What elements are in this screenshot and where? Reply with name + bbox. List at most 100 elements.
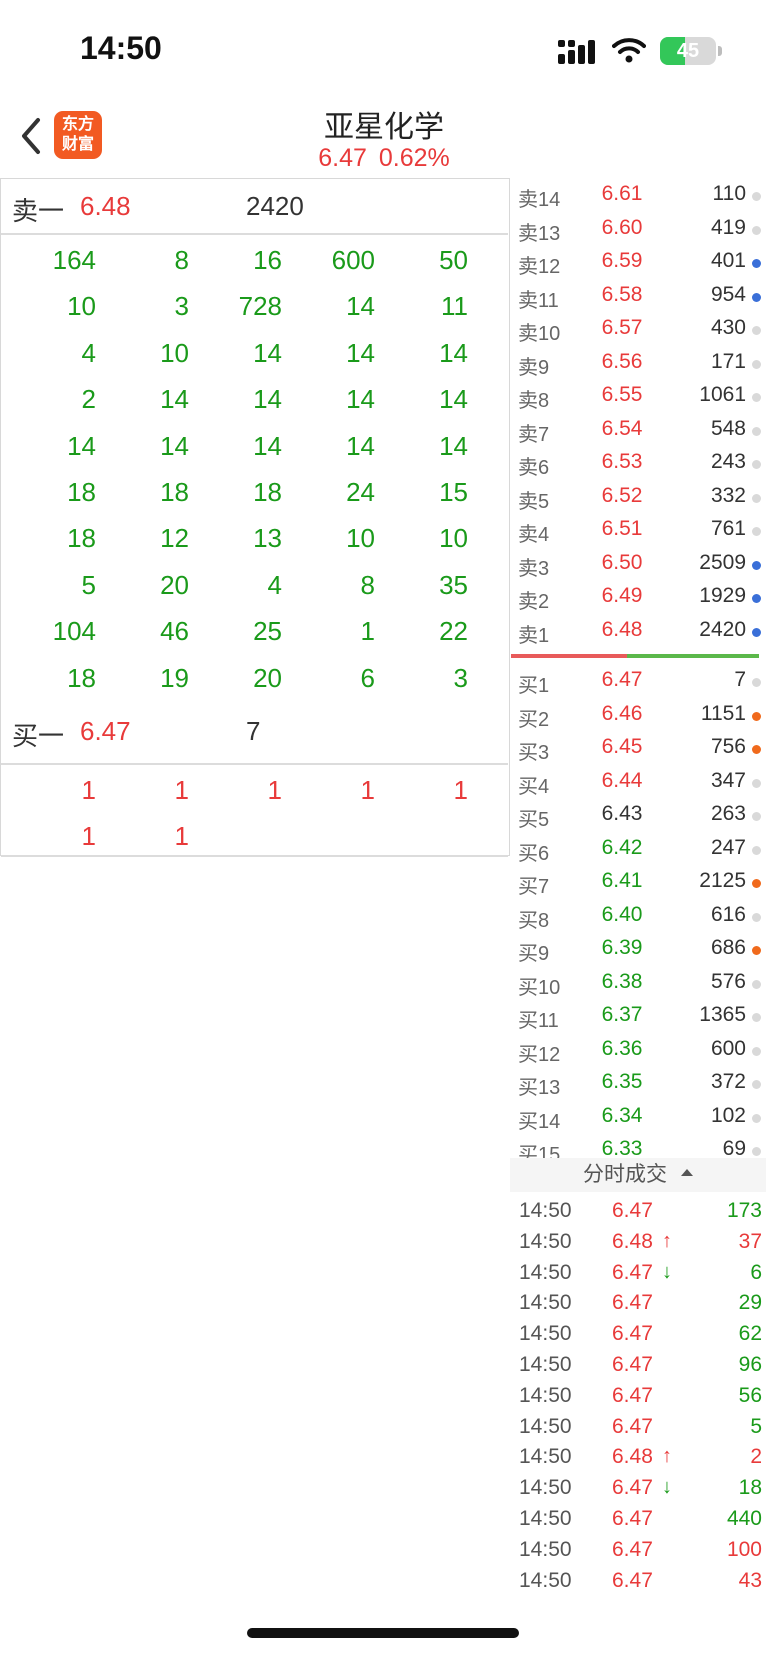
trade-row[interactable]: 14:50 6.47 ↓ 6 <box>510 1258 766 1288</box>
ask-row-price: 6.56 <box>601 349 643 373</box>
bid-row[interactable]: 买9 6.39 686 <box>510 932 766 965</box>
trade-row[interactable]: 14:50 6.47 56 <box>510 1381 766 1411</box>
time-sales-title: 分时成交 <box>583 1163 667 1186</box>
ask-row[interactable]: 卖13 6.60 419 <box>510 212 766 245</box>
time-sales-header[interactable]: 分时成交 <box>510 1158 766 1192</box>
ask-row[interactable]: 卖1 6.48 2420 <box>510 614 766 647</box>
status-dot-icon <box>752 192 761 201</box>
status-dot-icon <box>752 778 761 788</box>
ask-row[interactable]: 卖4 6.51 761 <box>510 513 766 546</box>
bid-row[interactable]: 买5 6.43 263 <box>510 798 766 831</box>
bid-level-1[interactable]: 买一 6.47 7 <box>1 699 508 765</box>
status-dot-icon <box>752 426 761 436</box>
bid-row[interactable]: 买4 6.44 347 <box>510 765 766 798</box>
bid-row-price: 6.37 <box>601 1003 643 1026</box>
status-dot-icon <box>752 326 761 335</box>
ask-row[interactable]: 卖3 6.50 2509 <box>510 547 766 580</box>
bid-row[interactable]: 买6 6.42 247 <box>510 832 766 865</box>
bid-row[interactable]: 买10 6.38 576 <box>510 966 766 999</box>
ask-row-volume: 954 <box>710 282 746 306</box>
home-indicator[interactable] <box>247 1628 519 1638</box>
bid-row-label: 买12 <box>518 1043 561 1066</box>
bid-row-volume: 102 <box>710 1103 746 1127</box>
ask-row[interactable]: 卖6 6.53 243 <box>510 446 766 479</box>
trade-row[interactable]: 14:50 6.47 5 <box>510 1412 766 1442</box>
ask-queue-cell: 11 <box>441 291 468 322</box>
trade-volume: 100 <box>726 1537 762 1561</box>
ask-row[interactable]: 卖5 6.52 332 <box>510 480 766 513</box>
order-queue-panel: 卖一 6.48 2420 买一 6.47 7 164 8 16 600 50 10 3 728 14 11 4 1… <box>0 178 510 857</box>
ask-level-1[interactable]: 卖一 6.48 2420 <box>1 179 508 235</box>
ask-row-label: 卖4 <box>518 524 550 546</box>
ask-queue-cell: 14 <box>439 384 468 415</box>
bid-row-label: 买7 <box>518 876 550 898</box>
ask-queue-cell: 14 <box>346 291 375 322</box>
bid-level-1-volume: 7 <box>246 716 261 746</box>
ask-row-price: 6.55 <box>601 383 643 406</box>
trade-time: 14:50 <box>519 1383 572 1407</box>
trade-row[interactable]: 14:50 6.47 440 <box>510 1504 766 1534</box>
status-dot-icon <box>752 259 761 268</box>
ask-row-volume: 243 <box>710 450 746 473</box>
trade-time: 14:50 <box>519 1414 572 1438</box>
bid-row[interactable]: 买13 6.35 372 <box>510 1066 766 1099</box>
ask-queue-cell: 8 <box>174 245 189 275</box>
ask-row-price: 6.53 <box>601 450 643 473</box>
bid-row[interactable]: 买8 6.40 616 <box>510 899 766 932</box>
bid-row-price: 6.43 <box>601 802 643 825</box>
bid-row-label: 买2 <box>518 708 550 731</box>
ask-row-price: 6.48 <box>601 617 643 641</box>
status-dot-icon <box>752 1113 761 1123</box>
bid-row[interactable]: 买14 6.34 102 <box>510 1100 766 1133</box>
ask-queue-cell: 728 <box>238 291 282 322</box>
ask-row[interactable]: 卖8 6.55 1061 <box>510 379 766 412</box>
trade-row[interactable]: 14:50 6.47 62 <box>510 1319 766 1349</box>
ask-row[interactable]: 卖7 6.54 548 <box>510 413 766 446</box>
trade-row[interactable]: 14:50 6.47 43 <box>510 1566 766 1596</box>
status-dot-icon <box>752 946 761 955</box>
bid-row[interactable]: 买3 6.45 756 <box>510 731 766 764</box>
header: 东方 财富 亚星化学 6.47 0.62% <box>0 100 768 178</box>
ask-queue-cell: 5 <box>81 569 96 600</box>
trade-row[interactable]: 14:50 6.47 29 <box>510 1288 766 1318</box>
ask-row[interactable]: 卖11 6.58 954 <box>510 279 766 312</box>
trade-volume: 37 <box>738 1229 762 1253</box>
bid-row-volume: 576 <box>710 969 746 993</box>
ask-row[interactable]: 卖2 6.49 1929 <box>510 580 766 613</box>
bid-row-price: 6.45 <box>601 735 643 758</box>
trade-row[interactable]: 14:50 6.47 173 <box>510 1196 766 1226</box>
ask-row-price: 6.49 <box>601 584 643 607</box>
ask-row[interactable]: 卖9 6.56 171 <box>510 346 766 379</box>
trade-volume: 440 <box>726 1507 762 1530</box>
ask-queue-cell: 14 <box>67 430 96 461</box>
bid-row[interactable]: 买1 6.47 7 <box>510 664 766 697</box>
stock-title: 亚星化学 <box>324 111 444 144</box>
ask-row[interactable]: 卖14 6.61 110 <box>510 178 766 211</box>
trade-row[interactable]: 14:50 6.47 100 <box>510 1535 766 1565</box>
bid-queue-bottom <box>1 855 508 857</box>
ask-queue-cell: 13 <box>253 523 282 554</box>
trade-row[interactable]: 14:50 6.47 ↓ 18 <box>510 1473 766 1503</box>
trade-time: 14:50 <box>519 1445 572 1469</box>
bid-row[interactable]: 买11 6.37 1365 <box>510 999 766 1032</box>
ask-queue-cell: 14 <box>160 430 189 461</box>
ask-row-volume: 2420 <box>699 617 746 641</box>
bid-row[interactable]: 买7 6.41 2125 <box>510 865 766 898</box>
trade-row[interactable]: 14:50 6.48 ↑ 37 <box>510 1227 766 1257</box>
ask-queue-cell: 18 <box>67 662 96 693</box>
ask-level-1-volume: 2420 <box>246 191 304 221</box>
ask-row-price: 6.52 <box>601 483 643 507</box>
ask-queue-cell: 25 <box>253 616 282 647</box>
bid-row-volume: 7 <box>734 668 746 691</box>
trade-row[interactable]: 14:50 6.47 96 <box>510 1350 766 1380</box>
bid-row[interactable]: 买2 6.46 1151 <box>510 698 766 731</box>
ask-row[interactable]: 卖12 6.59 401 <box>510 245 766 278</box>
ask-row[interactable]: 卖10 6.57 430 <box>510 312 766 345</box>
ask-row-price: 6.54 <box>601 416 643 440</box>
trade-row[interactable]: 14:50 6.48 ↑ 2 <box>510 1442 766 1472</box>
status-dot-icon <box>752 845 761 855</box>
bid-row[interactable]: 买12 6.36 600 <box>510 1033 766 1066</box>
status-dot-icon <box>752 1013 761 1022</box>
ask-row-volume: 332 <box>710 483 746 507</box>
status-dot-icon <box>752 493 761 503</box>
